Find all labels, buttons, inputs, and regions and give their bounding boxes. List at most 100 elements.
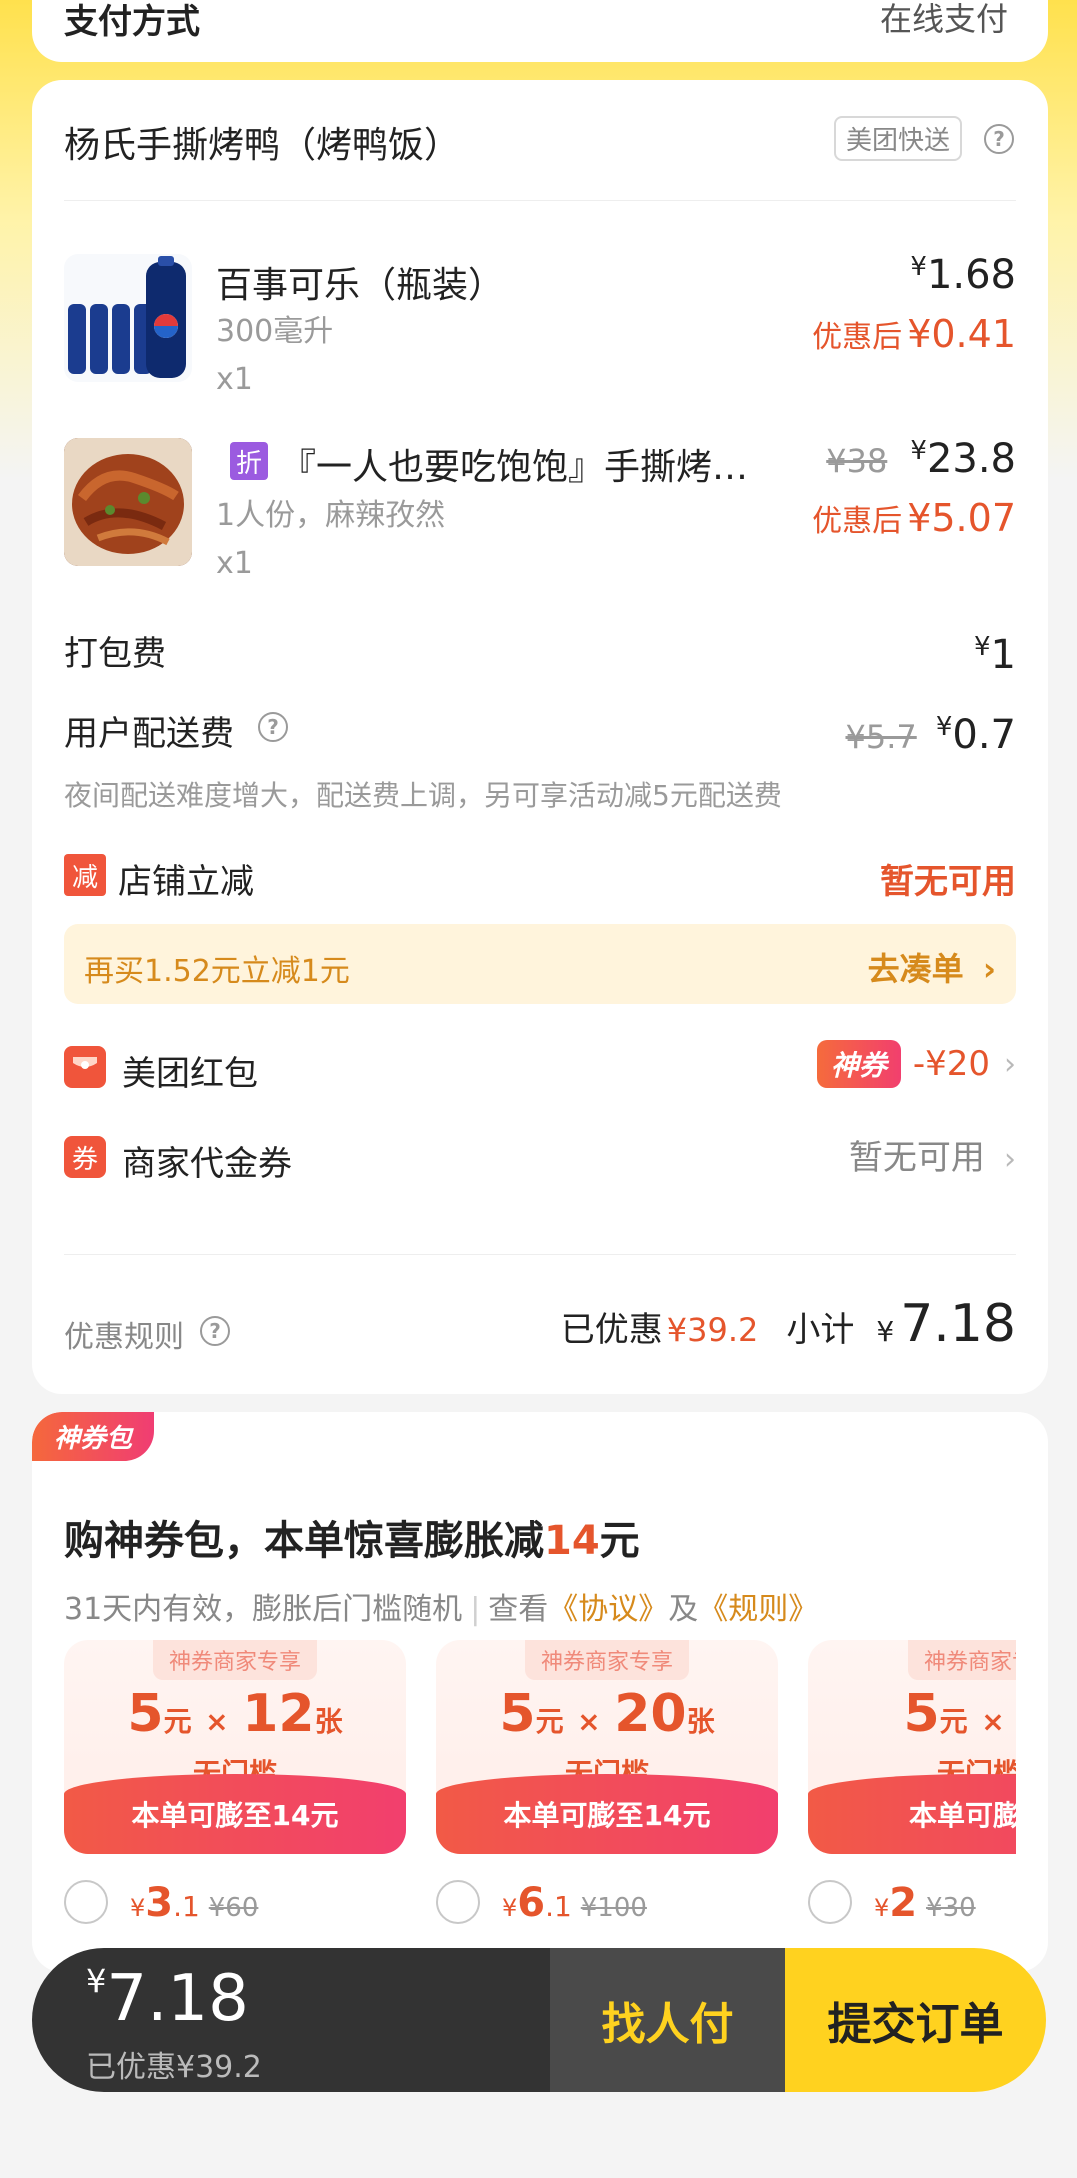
red-packet-amount: -¥20 <box>912 1044 990 1084</box>
delivery-help-icon[interactable]: ? <box>258 712 288 742</box>
subtitle-view: 查看 <box>488 1592 549 1627</box>
add-on-banner[interactable]: 再买1.52元立减1元 去凑单 › <box>64 924 1016 1004</box>
rules-link[interactable]: 《规则》 <box>698 1592 818 1627</box>
voucher-card[interactable]: 神券商家专享 5元 × 12张 无门槛 本单可膨至14元 <box>64 1640 406 1854</box>
merchant-coupon-status: 暂无可用 <box>848 1138 985 1178</box>
voucher-unit: 元 <box>163 1705 192 1738</box>
delivery-fee-amount: 0.7 <box>952 712 1016 758</box>
voucher-tag: 神券商家专 <box>907 1640 1016 1680</box>
payment-method-label: 支付方式 <box>64 2 200 42</box>
voucher-orig-price: ¥100 <box>580 1893 647 1923</box>
voucher-unit: 元 <box>939 1705 968 1738</box>
item-price: ¥1.68 <box>910 252 1016 298</box>
after-price-value: ¥5.07 <box>907 496 1016 540</box>
voucher-times: × <box>981 1705 1005 1738</box>
packing-fee-label: 打包费 <box>64 634 166 674</box>
item-image-pepsi <box>64 254 192 382</box>
voucher-price-int: 3 <box>145 1880 174 1926</box>
voucher-amount-value: 5 <box>903 1684 940 1744</box>
discount-icon: 减 <box>64 854 106 896</box>
voucher-radio[interactable] <box>808 1880 852 1924</box>
voucher-count: 12 <box>242 1684 315 1744</box>
red-packet-value[interactable]: 神券 -¥20 › <box>816 1040 1016 1088</box>
item-after-price: 优惠后 ¥0.41 <box>812 312 1016 356</box>
voucher-card[interactable]: 神券商家专享 5元 × 20张 无门槛 本单可膨至14元 <box>436 1640 778 1854</box>
help-icon[interactable]: ? <box>984 124 1014 154</box>
voucher-clip: 神券商家专 5元 × 6 无门槛 本单可膨至 <box>808 1640 1016 1854</box>
voucher-times: × <box>577 1705 601 1738</box>
voucher-orig-price: ¥30 <box>926 1893 976 1923</box>
voucher-amount: 5元 × 6 <box>808 1684 1016 1744</box>
chevron-right-icon: › <box>1004 1142 1016 1177</box>
item-price-value: 23.8 <box>926 436 1016 482</box>
voucher-price: ¥6.1 ¥100 <box>502 1880 647 1926</box>
payment-method-card[interactable]: 支付方式 在线支付 <box>32 0 1048 62</box>
voucher-card[interactable]: 神券商家专 5元 × 6 无门槛 本单可膨至 <box>808 1640 1016 1854</box>
voucher-count-unit: 张 <box>314 1705 343 1738</box>
item-price: ¥38 ¥23.8 <box>826 436 1016 482</box>
voucher-price-dec: .1 <box>173 1890 200 1923</box>
voucher-orig-price: ¥60 <box>208 1893 259 1923</box>
voucher-price: ¥2 ¥30 <box>874 1880 976 1926</box>
item-spec: 1人份，麻辣孜然 <box>216 498 446 533</box>
delivery-badge: 美团快送 <box>834 116 963 161</box>
item-orig-price: ¥38 <box>826 442 888 480</box>
item-price-value: 1.68 <box>926 252 1016 298</box>
voucher-amount: 5元 × 20张 <box>436 1684 778 1744</box>
voucher-tag: 神券商家专享 <box>152 1640 318 1680</box>
coupon-pack-title: 购神券包，本单惊喜膨胀减14元 <box>64 1508 640 1566</box>
delivery-fee-value: ¥5.7 ¥0.7 <box>845 712 1016 758</box>
voucher-amount-value: 5 <box>499 1684 536 1744</box>
voucher-radio[interactable] <box>64 1880 108 1924</box>
title-amount: 14 <box>544 1518 600 1564</box>
total-value: 7.18 <box>106 1962 249 2036</box>
voucher-amount-value: 5 <box>127 1684 164 1744</box>
add-on-action-label: 去凑单 <box>867 950 964 988</box>
merchant-coupon-value[interactable]: 暂无可用 › <box>849 1130 1016 1179</box>
subtitle-text: 31天内有效，膨胀后门槛随机 <box>64 1592 463 1627</box>
red-packet-label: 美团红包 <box>122 1054 258 1094</box>
delivery-fee-label: 用户配送费 <box>64 714 234 754</box>
rules-help-icon[interactable]: ? <box>200 1316 230 1346</box>
voucher-bottom: 本单可膨至 <box>808 1774 1016 1854</box>
chevron-right-icon: › <box>1004 1046 1016 1082</box>
total-saved: 已优惠¥39.2 <box>86 2050 262 2085</box>
voucher-price-int: 2 <box>889 1880 918 1926</box>
voucher-tag: 神券商家专享 <box>524 1640 690 1680</box>
red-packet-icon <box>64 1046 106 1088</box>
voucher-radio[interactable] <box>436 1880 480 1924</box>
discount-tag: 折 <box>230 442 268 480</box>
item-title: 百事可乐（瓶装） <box>216 265 505 306</box>
coupon-icon: 券 <box>64 1136 106 1178</box>
item-after-price: 优惠后 ¥5.07 <box>812 496 1016 540</box>
summary-totals: 已优惠 ¥39.2 小计 ¥ 7.18 <box>560 1294 1016 1354</box>
item-spec: 300毫升 <box>216 314 334 349</box>
after-label: 优惠后 <box>812 504 903 539</box>
title-prefix: 购神券包，本单惊喜膨胀减 <box>64 1518 544 1564</box>
coupon-pack-ribbon: 神券包 <box>32 1412 155 1461</box>
coupon-pack-subtitle: 31天内有效，膨胀后门槛随机 | 查看《协议》及《规则》 <box>64 1592 819 1627</box>
voucher-bottom: 本单可膨至14元 <box>64 1774 406 1854</box>
voucher-bottom: 本单可膨至14元 <box>436 1774 778 1854</box>
voucher-unit: 元 <box>535 1705 564 1738</box>
submit-order-button[interactable]: 提交订单 <box>785 1948 1046 2092</box>
item-qty: x1 <box>216 546 253 581</box>
order-card: 杨氏手撕烤鸭（烤鸭饭） 美团快送 ? 百事可乐（瓶装） 300毫升 x1 ¥1.… <box>32 80 1048 1394</box>
voucher-price-int: 6 <box>517 1880 546 1926</box>
shenquan-badge: 神券 <box>816 1040 901 1088</box>
delivery-fee-orig: ¥5.7 <box>845 718 917 756</box>
find-someone-pay-button[interactable]: 找人付 <box>550 1948 785 2092</box>
total-price: ¥7.18 <box>86 1962 249 2036</box>
subtotal-label: 小计 <box>786 1310 855 1350</box>
packing-fee-value: ¥1 <box>974 632 1016 678</box>
voucher-times: × <box>205 1705 229 1738</box>
chevron-right-icon: › <box>982 950 996 988</box>
shop-discount-label: 店铺立减 <box>118 862 254 902</box>
voucher-count: 20 <box>614 1684 687 1744</box>
add-on-action[interactable]: 去凑单 › <box>868 944 996 990</box>
discount-rules[interactable]: 优惠规则 <box>64 1312 184 1356</box>
saved-value: ¥39.2 <box>666 1311 759 1349</box>
agreement-link[interactable]: 《协议》 <box>548 1592 668 1627</box>
delivery-note: 夜间配送难度增大，配送费上调，另可享活动减5元配送费 <box>64 779 782 812</box>
after-price-value: ¥0.41 <box>907 312 1016 356</box>
